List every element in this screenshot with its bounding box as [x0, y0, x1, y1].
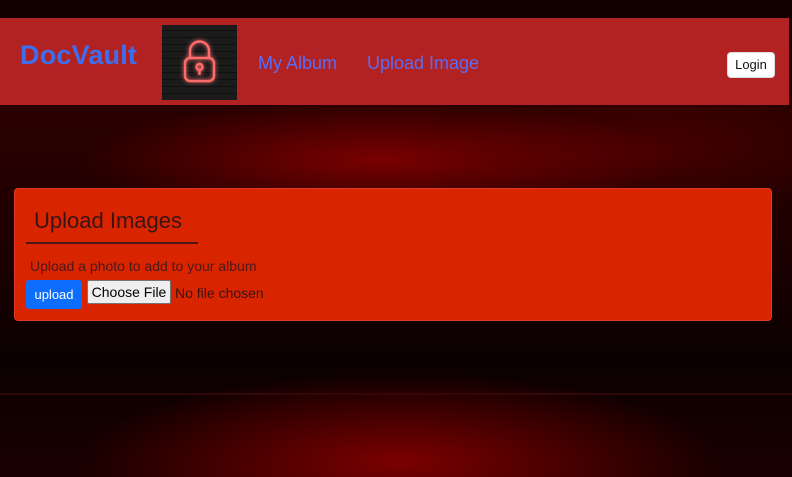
- nav-link-upload-image[interactable]: Upload Image: [367, 54, 479, 72]
- card-title: Upload Images: [34, 208, 182, 233]
- neon-padlock-icon: [162, 25, 237, 100]
- padlock-icon: [183, 40, 216, 83]
- file-status-text: No file chosen: [175, 285, 264, 301]
- top-strip: [0, 0, 792, 18]
- card-description: Upload a photo to add to your album: [30, 258, 257, 274]
- login-button[interactable]: Login: [727, 52, 775, 78]
- nav-link-my-album[interactable]: My Album: [258, 54, 337, 72]
- upload-card: Upload Images Upload a photo to add to y…: [14, 188, 772, 321]
- choose-file-button[interactable]: Choose File: [87, 280, 171, 304]
- background-divider: [0, 393, 792, 395]
- brand-logo-text[interactable]: DocVault: [20, 42, 137, 69]
- navbar: DocVault My Album Upload Image Login: [0, 18, 789, 105]
- title-underline: [26, 242, 198, 244]
- upload-button[interactable]: upload: [26, 280, 82, 309]
